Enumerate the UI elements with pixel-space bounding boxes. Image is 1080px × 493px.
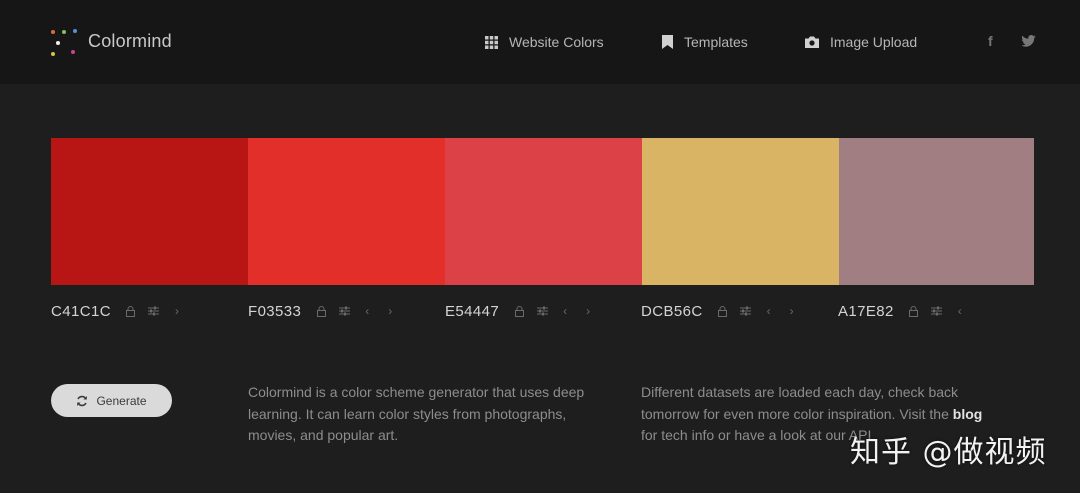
chevron-right-icon[interactable]: › [384, 304, 396, 318]
lock-icon[interactable] [908, 305, 920, 317]
blog-link[interactable]: blog [953, 406, 983, 422]
datasets-text-start: Different datasets are loaded each day, … [641, 384, 959, 422]
color-swatch[interactable] [445, 138, 642, 285]
nav-image-upload-label: Image Upload [830, 34, 918, 50]
bookmark-icon [662, 35, 673, 49]
lock-icon[interactable] [513, 305, 525, 317]
hex-code[interactable]: F03533 [248, 303, 301, 320]
colormind-logo-icon[interactable] [51, 29, 77, 56]
chevron-right-icon[interactable]: › [786, 304, 798, 318]
chevron-left-icon[interactable]: ‹ [763, 304, 775, 318]
nav-website-colors[interactable]: Website Colors [485, 33, 604, 51]
about-text: Colormind is a color scheme generator th… [248, 384, 585, 443]
adjust-icon[interactable] [931, 305, 943, 317]
color-swatch[interactable] [51, 138, 248, 285]
camera-icon [805, 36, 819, 48]
chevron-right-icon[interactable]: › [582, 304, 594, 318]
twitter-icon[interactable] [1021, 35, 1036, 47]
brand-name[interactable]: Colormind [88, 31, 172, 52]
nav-image-upload[interactable]: Image Upload [805, 33, 917, 51]
nav-website-colors-label: Website Colors [509, 34, 604, 50]
facebook-icon[interactable]: f [988, 33, 993, 49]
hex-code[interactable]: A17E82 [838, 303, 894, 320]
refresh-icon [77, 395, 88, 406]
chevron-left-icon[interactable]: ‹ [954, 304, 966, 318]
generate-button[interactable]: Generate [51, 384, 172, 417]
nav-templates[interactable]: Templates [662, 33, 748, 51]
adjust-icon[interactable] [148, 305, 160, 317]
adjust-icon[interactable] [740, 305, 752, 317]
top-navbar: Colormind Website Colors Templates Image… [0, 0, 1080, 84]
lock-icon[interactable] [315, 305, 327, 317]
color-swatch[interactable] [642, 138, 839, 285]
swatch-controls: E54447 ‹ › [445, 301, 605, 321]
swatch-controls: A17E82 ‹ [838, 301, 977, 321]
swatch-controls: DCB56C ‹ › [641, 301, 809, 321]
chevron-left-icon[interactable]: ‹ [361, 304, 373, 318]
nav-templates-label: Templates [684, 34, 748, 50]
adjust-icon[interactable] [338, 305, 350, 317]
datasets-text-end: for tech info or have a look at our API [641, 427, 872, 443]
generate-label: Generate [96, 393, 147, 408]
hex-code[interactable]: E54447 [445, 303, 499, 320]
hex-code[interactable]: C41C1C [51, 303, 111, 320]
color-swatch[interactable] [248, 138, 445, 285]
color-palette [51, 138, 1034, 285]
grid-icon [485, 35, 498, 49]
watermark: 知乎 @做视频 [850, 435, 1047, 470]
swatch-controls: F03533 ‹ › [248, 301, 407, 321]
swatch-controls: C41C1C › [51, 301, 194, 321]
lock-icon[interactable] [717, 305, 729, 317]
lock-icon[interactable] [125, 305, 137, 317]
chevron-right-icon[interactable]: › [171, 304, 183, 318]
adjust-icon[interactable] [536, 305, 548, 317]
hex-code[interactable]: DCB56C [641, 303, 703, 320]
chevron-left-icon[interactable]: ‹ [559, 304, 571, 318]
color-swatch[interactable] [839, 138, 1034, 285]
